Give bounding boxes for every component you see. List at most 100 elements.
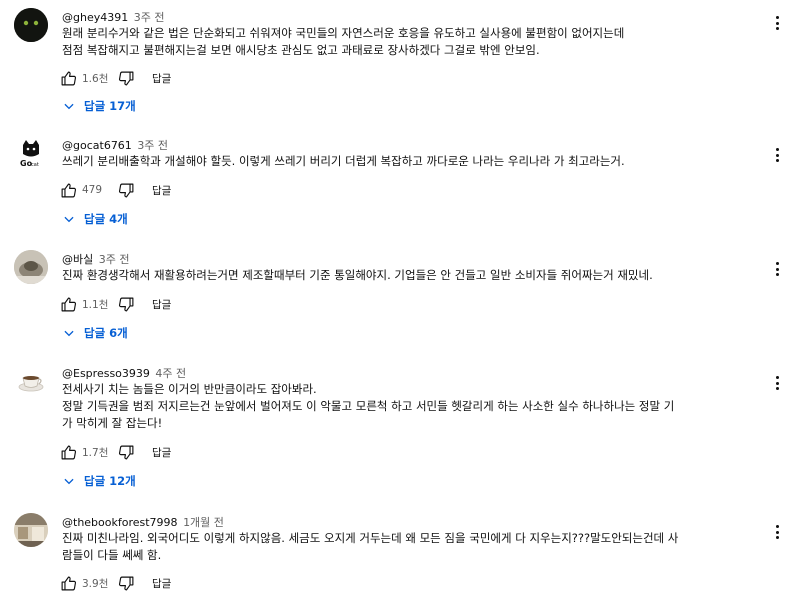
dot: [775, 153, 779, 157]
chevron-down-icon: [64, 216, 74, 223]
dot: [775, 376, 779, 379]
timestamp[interactable]: 1개월 전: [183, 516, 224, 529]
like-count: 1.7천: [82, 446, 109, 459]
timestamp[interactable]: 3주 전: [99, 253, 130, 266]
thumb-down-icon: [118, 71, 133, 85]
avatar[interactable]: [14, 8, 48, 42]
dot: [775, 530, 779, 534]
dot: [775, 536, 779, 539]
reply-button[interactable]: 답글: [152, 445, 171, 460]
thumb-down-icon: [118, 183, 133, 197]
avatar[interactable]: [14, 364, 48, 398]
dark-cat-avatar-icon: [14, 8, 48, 42]
thumb-up-icon: [61, 71, 76, 85]
author-name[interactable]: @바실: [62, 253, 93, 266]
comment-meta: @gocat6761 3주 전: [62, 137, 168, 153]
like-button[interactable]: [58, 443, 78, 461]
like-button[interactable]: [58, 181, 78, 199]
dot: [775, 525, 779, 528]
thumb-down-icon: [118, 297, 133, 311]
reply-button[interactable]: 답글: [152, 297, 171, 312]
dislike-button[interactable]: [116, 443, 136, 461]
author-name[interactable]: @gocat6761: [62, 139, 132, 152]
timestamp[interactable]: 3주 전: [137, 139, 168, 152]
dot: [775, 16, 779, 19]
reply-button[interactable]: 답글: [152, 183, 171, 198]
comment-text: 진짜 미친나라임. 외국어디도 이렇게 하지않음. 세금도 오지게 거두는데 왜…: [62, 530, 762, 564]
more-options-button[interactable]: [772, 260, 782, 278]
dot: [775, 159, 779, 162]
like-count: 479: [82, 184, 103, 196]
coffee-cup-avatar-icon: [14, 364, 48, 398]
like-button[interactable]: [58, 295, 78, 313]
comment-text: 진짜 환경생각해서 재활용하려는거면 제조할때부터 기준 통일해야지. 기업들은…: [62, 267, 762, 284]
comment-line: 전세사기 치는 놈들은 이거의 반만큼이라도 잡아봐라.: [62, 382, 317, 396]
avatar[interactable]: [14, 513, 48, 547]
avatar[interactable]: [14, 250, 48, 284]
comment-line: 람들이 다들 쎄쎄 함.: [62, 548, 162, 562]
comment-actions: 3.9천 답글: [58, 574, 171, 592]
more-options-button[interactable]: [772, 523, 782, 541]
comment-line: 진짜 미친나라임. 외국어디도 이렇게 하지않음. 세금도 오지게 거두는데 왜…: [62, 531, 679, 545]
timestamp[interactable]: 3주 전: [134, 11, 165, 24]
comment-line: 쓰레기 분리배출학과 개설해야 할듯. 이렇게 쓰레기 버리기 더럽게 복잡하고…: [62, 154, 625, 168]
comment-line: 원래 분리수거와 같은 법은 단순화되고 쉬워져야 국민들의 자연스러운 호응을…: [62, 26, 625, 40]
author-name[interactable]: @ghey4391: [62, 11, 128, 24]
dislike-button[interactable]: [116, 181, 136, 199]
comment-meta: @바실 3주 전: [62, 251, 130, 267]
comment-actions: 1.7천 답글: [58, 443, 171, 461]
more-options-button[interactable]: [772, 14, 782, 32]
replies-label: 답글 6개: [84, 326, 128, 340]
like-button[interactable]: [58, 574, 78, 592]
more-options-button[interactable]: [772, 374, 782, 392]
gocat-logo-avatar-icon: Go cat: [14, 136, 48, 170]
dot: [775, 387, 779, 390]
author-name[interactable]: @thebookforest7998: [62, 516, 178, 529]
avatar[interactable]: Go cat: [14, 136, 48, 170]
timestamp[interactable]: 4주 전: [155, 367, 186, 380]
room-photo-avatar-icon: [14, 513, 48, 547]
view-replies-button[interactable]: 답글 12개: [62, 473, 136, 489]
reply-button[interactable]: 답글: [152, 71, 171, 86]
dislike-button[interactable]: [116, 295, 136, 313]
chevron-down-icon: [64, 478, 74, 485]
thumb-down-icon: [118, 576, 133, 590]
like-count: 3.9천: [82, 577, 109, 590]
like-button[interactable]: [58, 69, 78, 87]
comment-actions: 1.1천 답글: [58, 295, 171, 313]
comment-text: 전세사기 치는 놈들은 이거의 반만큼이라도 잡아봐라. 정말 기득권을 범죄 …: [62, 381, 762, 432]
dot: [775, 381, 779, 385]
like-count: 1.6천: [82, 72, 109, 85]
like-count: 1.1천: [82, 298, 109, 311]
reply-button[interactable]: 답글: [152, 576, 171, 591]
comment-line: 점점 복잡해지고 불편해지는걸 보면 애시당초 관심도 없고 과태료로 장사하겠…: [62, 43, 540, 57]
view-replies-button[interactable]: 답글 17개: [62, 98, 136, 114]
dot: [775, 267, 779, 271]
comment-meta: @Espresso3939 4주 전: [62, 365, 186, 381]
dislike-button[interactable]: [116, 574, 136, 592]
dot: [775, 262, 779, 265]
author-name[interactable]: @Espresso3939: [62, 367, 150, 380]
replies-label: 답글 12개: [84, 474, 136, 488]
more-options-button[interactable]: [772, 146, 782, 164]
replies-label: 답글 4개: [84, 212, 128, 226]
thumb-down-icon: [118, 445, 133, 459]
comment-actions: 1.6천 답글: [58, 69, 171, 87]
view-replies-button[interactable]: 답글 4개: [62, 211, 128, 227]
thumb-up-icon: [61, 576, 76, 590]
chevron-down-icon: [64, 103, 74, 110]
thumb-up-icon: [61, 183, 76, 197]
dot: [775, 273, 779, 276]
dot: [775, 27, 779, 30]
dot: [775, 21, 779, 25]
comment-line: 가 막히게 잘 잡는다!: [62, 416, 163, 430]
comment-line: 정말 기득권을 범죄 저지르는건 눈앞에서 벌어져도 이 악물고 모른척 하고 …: [62, 399, 675, 413]
comment-meta: @ghey4391 3주 전: [62, 9, 164, 25]
replies-label: 답글 17개: [84, 99, 136, 113]
view-replies-button[interactable]: 답글 6개: [62, 325, 128, 341]
dislike-button[interactable]: [116, 69, 136, 87]
comment-actions: 479 답글: [58, 181, 171, 199]
comment-line: 진짜 환경생각해서 재활용하려는거면 제조할때부터 기준 통일해야지. 기업들은…: [62, 268, 653, 282]
dot: [775, 148, 779, 151]
comment-text: 원래 분리수거와 같은 법은 단순화되고 쉬워져야 국민들의 자연스러운 호응을…: [62, 25, 762, 59]
